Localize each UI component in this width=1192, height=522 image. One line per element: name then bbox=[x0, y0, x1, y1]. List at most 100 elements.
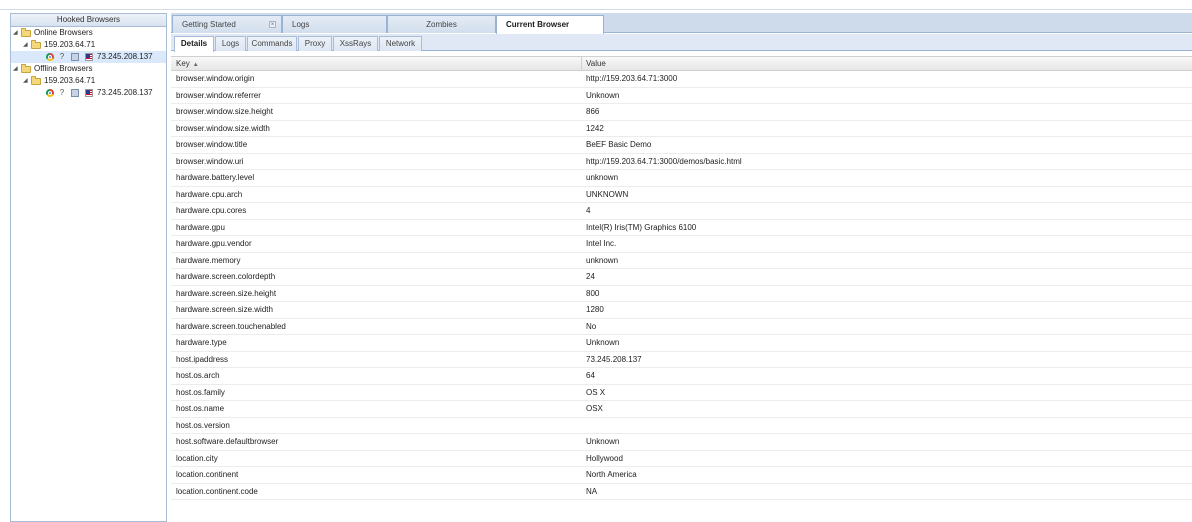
row-value: http://159.203.64.71:3000/demos/basic.ht… bbox=[586, 156, 742, 166]
grid-body: browser.window.origin http://159.203.64.7… bbox=[171, 71, 1192, 500]
row-value: Intel Inc. bbox=[586, 239, 617, 248]
row-key: hardware.cpu.cores bbox=[176, 206, 247, 215]
row-value: 73.245.208.137 bbox=[586, 354, 642, 364]
row-key: hardware.type bbox=[176, 338, 227, 347]
computer-icon bbox=[71, 89, 79, 97]
row-key: hardware.screen.colordepth bbox=[176, 272, 276, 281]
row-key: browser.window.origin bbox=[176, 74, 255, 83]
row-value: UNKNOWN bbox=[586, 189, 629, 199]
unknown-os-icon: ? bbox=[59, 52, 65, 61]
expand-arrow-icon[interactable]: ◢ bbox=[23, 39, 28, 51]
row-key: location.continent bbox=[176, 470, 239, 479]
row-value: unknown bbox=[586, 255, 619, 265]
expand-arrow-icon[interactable]: ◢ bbox=[13, 63, 18, 75]
tab-getting-started[interactable]: Getting Started × bbox=[172, 15, 282, 33]
tree-label: 159.203.64.71 bbox=[44, 76, 96, 85]
table-row[interactable]: host.software.defaultbrowser Unknown bbox=[171, 434, 1192, 451]
tree-online-browser-node[interactable]: ? 73.245.208.137 bbox=[11, 51, 166, 63]
table-row[interactable]: hardware.screen.size.height 800 bbox=[171, 286, 1192, 302]
table-row[interactable]: hardware.memory unknown bbox=[171, 253, 1192, 269]
table-row[interactable]: browser.window.size.width 1242 bbox=[171, 121, 1192, 137]
tree-label: Offline Browsers bbox=[34, 64, 93, 73]
tree-offline-ip[interactable]: ◢ 159.203.64.71 bbox=[11, 75, 166, 87]
table-row[interactable]: browser.window.origin http://159.203.64.7… bbox=[171, 71, 1192, 88]
tree-online-browsers[interactable]: ◢ Online Browsers bbox=[11, 27, 166, 39]
key-column-header[interactable]: Key ▲ bbox=[176, 57, 199, 72]
row-value: Intel(R) Iris(TM) Graphics 6100 bbox=[586, 222, 697, 232]
main-tab-bar: Getting Started × Logs Zombies Current B… bbox=[171, 13, 1192, 34]
table-row[interactable]: host.os.arch 64 bbox=[171, 368, 1192, 385]
main-panel: Getting Started × Logs Zombies Current B… bbox=[171, 13, 1192, 522]
expand-arrow-icon[interactable]: ◢ bbox=[13, 27, 18, 39]
value-column-header[interactable]: Value bbox=[586, 57, 606, 70]
row-key: browser.window.title bbox=[176, 140, 248, 149]
table-row[interactable]: hardware.cpu.arch UNKNOWN bbox=[171, 187, 1192, 203]
table-row[interactable]: hardware.screen.touchenabled No bbox=[171, 319, 1192, 335]
table-row[interactable]: location.continent.code NA bbox=[171, 484, 1192, 500]
row-key: host.software.defaultbrowser bbox=[176, 437, 279, 446]
row-key: hardware.cpu.arch bbox=[176, 189, 243, 199]
table-row[interactable]: host.os.name OSX bbox=[171, 401, 1192, 418]
row-value: NA bbox=[586, 486, 598, 496]
sort-ascending-icon: ▲ bbox=[192, 62, 199, 68]
table-row[interactable]: hardware.screen.size.width 1280 bbox=[171, 302, 1192, 319]
tree-online-ip[interactable]: ◢ 159.203.64.71 bbox=[11, 39, 166, 51]
row-key: hardware.screen.touchenabled bbox=[176, 321, 286, 331]
table-row[interactable]: browser.window.referrer Unknown bbox=[171, 88, 1192, 104]
row-value: Unknown bbox=[586, 90, 620, 100]
tab-label: Zombies bbox=[426, 20, 457, 29]
subtab-proxy[interactable]: Proxy bbox=[298, 36, 332, 51]
table-row[interactable]: hardware.gpu.vendor Intel Inc. bbox=[171, 236, 1192, 253]
tab-current-browser[interactable]: Current Browser bbox=[496, 15, 604, 34]
unknown-os-icon: ? bbox=[59, 88, 65, 97]
tree-offline-browser-node[interactable]: ? 73.245.208.137 bbox=[11, 87, 166, 99]
subtab-details[interactable]: Details bbox=[174, 36, 214, 52]
row-value: http://159.203.64.71:3000 bbox=[586, 74, 678, 83]
subtab-commands[interactable]: Commands bbox=[247, 36, 297, 51]
tree-offline-browsers[interactable]: ◢ Offline Browsers bbox=[11, 63, 166, 75]
row-key: hardware.gpu bbox=[176, 222, 225, 232]
row-value: OSX bbox=[586, 404, 603, 413]
table-row[interactable]: hardware.gpu Intel(R) Iris(TM) Graphics 6… bbox=[171, 220, 1192, 236]
table-row[interactable]: location.city Hollywood bbox=[171, 451, 1192, 467]
row-value: OS X bbox=[586, 387, 606, 397]
subtab-network[interactable]: Network bbox=[379, 36, 422, 51]
table-row[interactable]: browser.window.uri http://159.203.64.71:3… bbox=[171, 154, 1192, 170]
chrome-browser-icon bbox=[46, 53, 54, 61]
subtab-xssrays[interactable]: XssRays bbox=[333, 36, 378, 51]
tab-zombies[interactable]: Zombies bbox=[387, 15, 496, 33]
row-key: location.city bbox=[176, 453, 218, 463]
table-row[interactable]: host.os.family OS X bbox=[171, 385, 1192, 401]
table-row[interactable]: host.os.version bbox=[171, 418, 1192, 434]
table-row[interactable]: hardware.screen.colordepth 24 bbox=[171, 269, 1192, 286]
column-divider[interactable] bbox=[581, 57, 582, 70]
tree-label: 73.245.208.137 bbox=[97, 88, 153, 97]
table-row[interactable]: location.continent North America bbox=[171, 467, 1192, 484]
close-icon[interactable]: × bbox=[269, 21, 276, 28]
table-row[interactable]: hardware.type Unknown bbox=[171, 335, 1192, 352]
top-divider bbox=[0, 9, 1192, 10]
row-key: location.continent.code bbox=[176, 486, 258, 496]
subtab-logs[interactable]: Logs bbox=[215, 36, 246, 51]
row-value: 24 bbox=[586, 272, 595, 281]
tab-logs[interactable]: Logs bbox=[282, 15, 387, 33]
table-row[interactable]: hardware.cpu.cores 4 bbox=[171, 203, 1192, 220]
row-value: North America bbox=[586, 470, 637, 479]
table-row[interactable]: browser.window.title BeEF Basic Demo bbox=[171, 137, 1192, 154]
row-key: hardware.battery.level bbox=[176, 173, 255, 182]
table-row[interactable]: browser.window.size.height 866 bbox=[171, 104, 1192, 121]
row-value: unknown bbox=[586, 173, 619, 182]
table-row[interactable]: host.ipaddress 73.245.208.137 bbox=[171, 352, 1192, 368]
tree-label: Online Browsers bbox=[34, 28, 93, 37]
row-key: host.os.arch bbox=[176, 371, 220, 380]
table-row[interactable]: hardware.battery.level unknown bbox=[171, 170, 1192, 187]
row-value: No bbox=[586, 321, 597, 331]
expand-arrow-icon[interactable]: ◢ bbox=[23, 75, 28, 87]
row-key: host.os.family bbox=[176, 387, 225, 397]
us-flag-icon bbox=[85, 53, 93, 61]
row-key: hardware.screen.size.height bbox=[176, 288, 277, 298]
row-key: browser.window.size.width bbox=[176, 123, 270, 133]
row-key: hardware.screen.size.width bbox=[176, 305, 273, 314]
tab-label: Getting Started bbox=[182, 20, 236, 29]
computer-icon bbox=[71, 53, 79, 61]
